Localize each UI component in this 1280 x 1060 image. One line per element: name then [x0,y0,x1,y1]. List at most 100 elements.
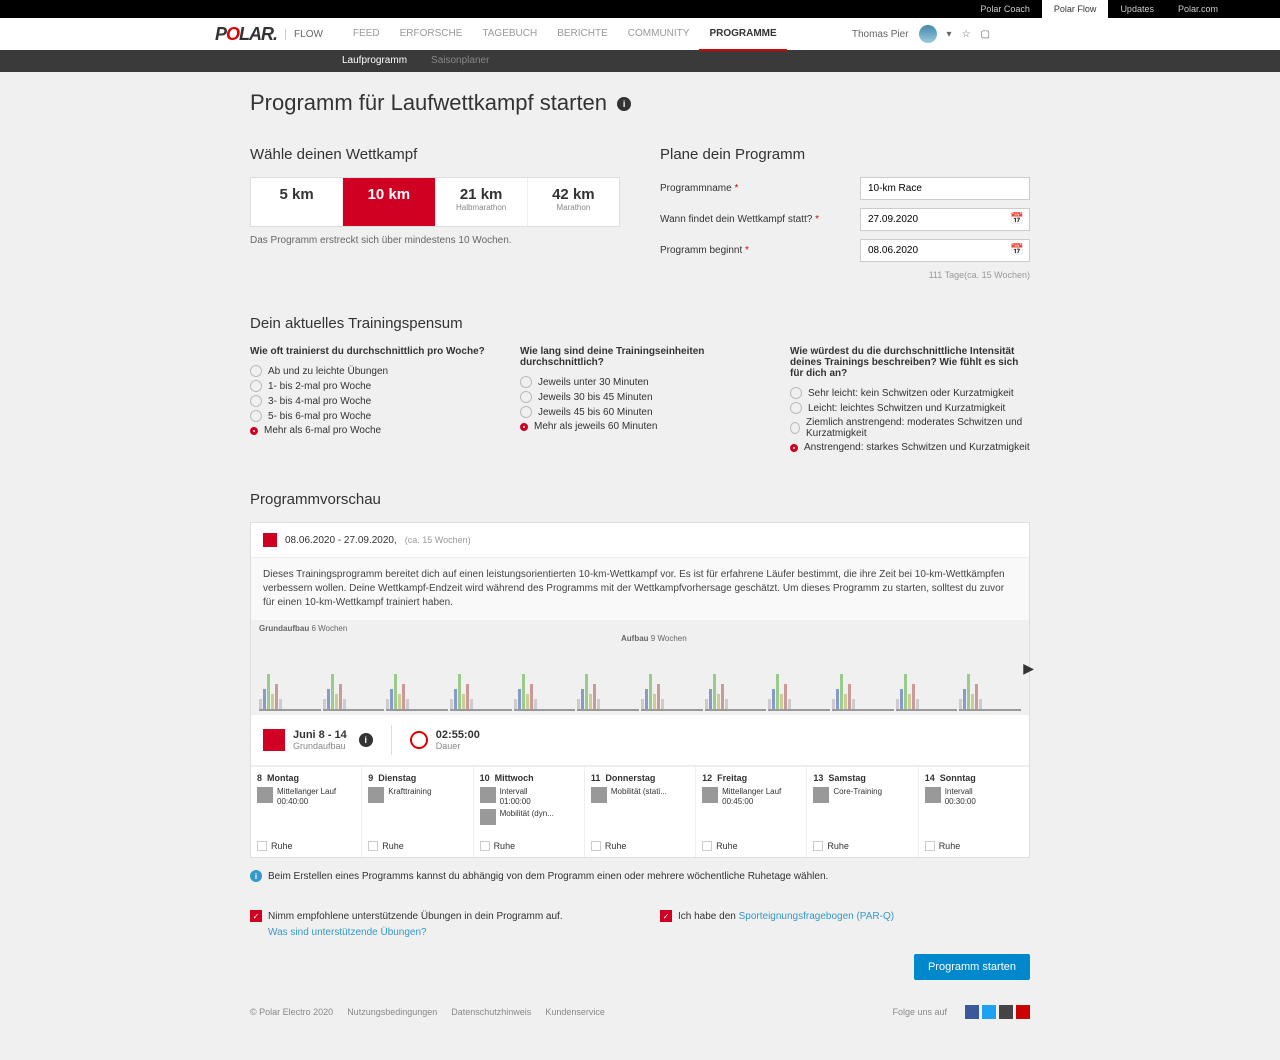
activity-icon [480,809,496,825]
radio-option[interactable]: Sehr leicht: kein Schwitzen oder Kurzatm… [790,387,1030,399]
day-header: 13 Samstag [813,773,911,783]
scroll-right-icon[interactable]: ▶ [1023,660,1034,677]
name-label: Programmname * [660,183,860,194]
calendar-icon[interactable]: 📅 [1010,212,1024,225]
main-nav: FEED ERFORSCHE TAGEBUCH BERICHTE COMMUNI… [343,18,787,51]
preview-description: Dieses Trainingsprogramm bereitet dich a… [251,558,1029,620]
radio-option[interactable]: 5- bis 6-mal pro Woche [250,410,490,422]
parq-link[interactable]: Sporteignungsfragebogen (PAR-Q) [739,911,894,922]
start-label: Programm beginnt * [660,245,860,256]
rest-checkbox[interactable]: Ruhe [702,841,738,851]
week-bar[interactable] [896,661,958,711]
week-bar[interactable] [323,661,385,711]
radio-option[interactable]: 3- bis 4-mal pro Woche [250,395,490,407]
flow-label: FLOW [285,29,323,40]
timeline[interactable]: Grundaufbau 6 Wochen Aufbau 9 Wochen ▶ [251,620,1029,715]
checkbox-checked[interactable]: ✓ [660,910,672,922]
footer-terms[interactable]: Nutzungsbedingungen [347,1007,437,1017]
dropdown-caret-icon[interactable]: ▾ [947,29,952,40]
radio-icon [790,422,800,434]
avatar[interactable] [919,25,937,43]
when-input[interactable] [860,208,1030,231]
q1: Wie oft trainierst du durchschnittlich p… [250,346,490,357]
topbar-link[interactable]: Polar Coach [968,0,1042,18]
weeks-approx: (ca. 15 Wochen) [405,535,471,545]
topbar-link[interactable]: Polar.com [1166,0,1230,18]
name-input[interactable] [860,177,1030,200]
radio-option[interactable]: Ab und zu leichte Übungen [250,365,490,377]
day-header: 12 Freitag [702,773,800,783]
radio-option[interactable]: Ziemlich anstrengend: moderates Schwitze… [790,417,1030,439]
week-bar[interactable] [768,661,830,711]
radio-icon [250,365,262,377]
nav-reports[interactable]: BERICHTE [547,18,618,51]
activity[interactable]: Intervall01:00:00 [480,787,578,806]
twitter-icon[interactable] [982,1005,996,1019]
radio-option[interactable]: Jeweils 45 bis 60 Minuten [520,406,760,418]
footer-privacy[interactable]: Datenschutzhinweis [451,1007,531,1017]
radio-option[interactable]: Jeweils unter 30 Minuten [520,376,760,388]
activity[interactable]: Intervall00:30:00 [925,787,1023,806]
rest-checkbox[interactable]: Ruhe [591,841,627,851]
rest-checkbox[interactable]: Ruhe [813,841,849,851]
nav-diary[interactable]: TAGEBUCH [472,18,547,51]
radio-option[interactable]: Mehr als jeweils 60 Minuten [520,421,760,432]
rest-note: Beim Erstellen eines Programms kannst du… [268,871,828,882]
checkbox-checked[interactable]: ✓ [250,910,262,922]
week-bar[interactable] [959,661,1021,711]
activity[interactable]: Mittellanger Lauf00:40:00 [257,787,355,806]
facebook-icon[interactable] [965,1005,979,1019]
radio-option[interactable]: 1- bis 2-mal pro Woche [250,380,490,392]
week-bar[interactable] [259,661,321,711]
radio-icon [790,387,802,399]
radio-option[interactable]: Jeweils 30 bis 45 Minuten [520,391,760,403]
event-42km[interactable]: 42 kmMarathon [528,178,619,226]
activity-icon [257,787,273,803]
nav-community[interactable]: COMMUNITY [618,18,700,51]
nav-feed[interactable]: FEED [343,18,390,51]
topbar-link[interactable]: Updates [1108,0,1166,18]
activity[interactable]: Mittellanger Lauf00:45:00 [702,787,800,806]
radio-option[interactable]: Anstrengend: starkes Schwitzen und Kurza… [790,442,1030,453]
calendar-icon[interactable]: 📅 [1010,243,1024,256]
username[interactable]: Thomas Pier [852,29,909,40]
event-5km[interactable]: 5 km [251,178,343,226]
activity[interactable]: Core-Training [813,787,911,803]
instagram-icon[interactable] [999,1005,1013,1019]
week-bar[interactable] [705,661,767,711]
youtube-icon[interactable] [1016,1005,1030,1019]
nav-programs[interactable]: PROGRAMME [699,18,786,51]
week-title: Juni 8 - 14 [293,729,347,741]
logo: POLAR. [215,24,277,45]
activity[interactable]: Krafttraining [368,787,466,803]
check1-link[interactable]: Was sind unterstützende Übungen? [268,927,427,938]
week-bar[interactable] [577,661,639,711]
chat-icon[interactable]: ▢ [981,29,990,40]
rest-checkbox[interactable]: Ruhe [257,841,293,851]
start-input[interactable] [860,239,1030,262]
week-bar[interactable] [641,661,703,711]
start-program-button[interactable]: Programm starten [914,954,1030,980]
rest-checkbox[interactable]: Ruhe [925,841,961,851]
activity[interactable]: Mobilität (stati... [591,787,689,803]
week-bar[interactable] [514,661,576,711]
footer-support[interactable]: Kundenservice [545,1007,605,1017]
week-bar[interactable] [450,661,512,711]
event-10km[interactable]: 10 km [343,178,435,226]
radio-option[interactable]: Leicht: leichtes Schwitzen und Kurzatmig… [790,402,1030,414]
rest-checkbox[interactable]: Ruhe [368,841,404,851]
subnav-running[interactable]: Laufprogramm [330,50,419,72]
topbar-link-active[interactable]: Polar Flow [1042,0,1109,18]
star-icon[interactable]: ☆ [962,29,971,40]
info-icon[interactable]: i [617,97,631,111]
week-bar[interactable] [832,661,894,711]
duration-label: Dauer [436,741,480,751]
radio-option[interactable]: Mehr als 6-mal pro Woche [250,425,490,436]
activity[interactable]: Mobilität (dyn... [480,809,578,825]
info-icon[interactable]: i [359,733,373,747]
nav-explore[interactable]: ERFORSCHE [390,18,473,51]
rest-checkbox[interactable]: Ruhe [480,841,516,851]
week-bar[interactable] [386,661,448,711]
event-21km[interactable]: 21 kmHalbmarathon [436,178,528,226]
subnav-season[interactable]: Saisonplaner [419,50,501,72]
